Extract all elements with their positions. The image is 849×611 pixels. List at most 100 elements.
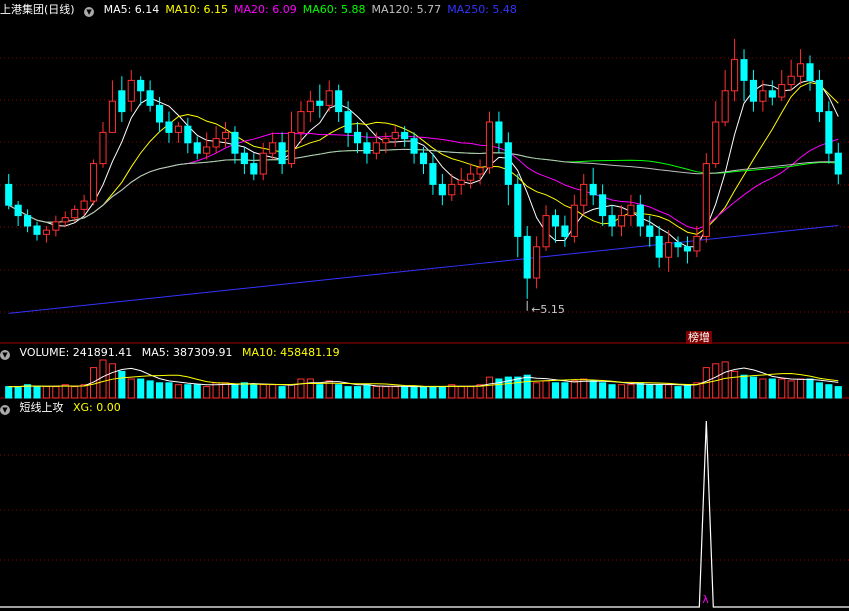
volume-bar [335, 384, 343, 399]
volume-bar [665, 384, 673, 399]
volume-bar [834, 386, 842, 399]
volume-bar [372, 386, 380, 399]
candle-body [617, 215, 626, 227]
volume-bar [287, 384, 296, 399]
candle-body [740, 59, 748, 81]
candle-body [731, 59, 739, 92]
volume-ma5: MA5: 387309.91 [141, 346, 233, 359]
volume-bar [787, 380, 795, 399]
volume-bar [42, 386, 50, 399]
volume-bar [457, 386, 465, 399]
volume-bar [165, 382, 173, 399]
candle-body [768, 90, 776, 98]
xg-value: XG: 0.00 [73, 401, 121, 414]
candle-body [71, 208, 79, 219]
candle-body [665, 242, 673, 258]
candle-body [542, 215, 550, 248]
volume-bar [278, 386, 286, 399]
volume-bar [391, 386, 399, 399]
volume-bar [655, 384, 663, 399]
kline-chart[interactable]: ←5.15 λ [0, 0, 849, 611]
candle-body [712, 121, 720, 165]
candle-body [174, 125, 182, 133]
volume-bar [33, 386, 41, 399]
candle-body [429, 163, 437, 185]
chevron-down-icon[interactable]: ▼ [0, 405, 10, 415]
candle-body [61, 217, 69, 223]
candle-body [89, 163, 98, 202]
candle-body [240, 152, 248, 165]
signal-line [0, 420, 849, 608]
price-header: 上港集团(日线) ▼ MA5: 6.14 MA10: 6.15 MA20: 6.09… [0, 2, 529, 18]
candle-body [476, 167, 484, 175]
volume-bar [514, 376, 522, 399]
volume-bar [797, 378, 805, 399]
volume-bar [410, 386, 418, 399]
volume-bar [533, 382, 541, 399]
volume-bar [184, 384, 192, 399]
chevron-down-icon[interactable]: ▼ [84, 7, 95, 17]
candle-body [467, 173, 475, 181]
candle-body [278, 142, 286, 165]
ma-legend-item: MA60: 5.88 [302, 3, 366, 16]
volume-bar [118, 370, 126, 399]
candle-body [137, 79, 145, 92]
volume-bar [627, 384, 635, 399]
candle-body [33, 225, 41, 235]
volume-bar [815, 382, 823, 399]
candle-body [589, 183, 597, 196]
volume-ma10: MA10: 458481.19 [241, 346, 340, 359]
volume-bar [467, 386, 475, 399]
candle-body [259, 152, 267, 175]
candle-body [335, 90, 343, 113]
low-label: ←5.15 [531, 303, 565, 316]
volume-bar [203, 386, 211, 399]
indicator-name: 短线上攻 [19, 401, 64, 414]
volume-bar [155, 382, 164, 399]
candle-body [674, 242, 682, 248]
volume-bar [127, 378, 135, 399]
candle-body [193, 142, 201, 154]
candle-body [448, 183, 456, 196]
candle-body [787, 75, 795, 86]
ma-legend-item: MA5: 6.14 [103, 3, 160, 16]
volume-bar [551, 382, 560, 399]
candle-body [184, 125, 192, 144]
volume-bar [61, 384, 69, 399]
candle-body [655, 235, 663, 258]
candle-body [702, 163, 710, 237]
volume-bar [24, 384, 32, 399]
volume-bar [259, 384, 267, 399]
candle-body [297, 111, 305, 133]
volume-bar [646, 384, 654, 399]
candle-body [693, 235, 701, 252]
ma-legend-item: MA10: 6.15 [165, 3, 229, 16]
volume-bar [5, 386, 13, 399]
candle-body [580, 183, 588, 206]
volume-bar [297, 378, 305, 399]
volume-bar [221, 382, 230, 399]
volume-bar [523, 374, 531, 399]
chevron-down-icon[interactable]: ▼ [0, 350, 10, 360]
candle-body [353, 131, 362, 144]
volume-bar [740, 374, 748, 399]
volume-bar [617, 384, 626, 399]
stock-title: 上港集团(日线) [0, 3, 75, 16]
volume-bar [485, 376, 494, 399]
volume-bar [250, 384, 258, 399]
volume-bar [231, 384, 239, 399]
candle-body [231, 131, 239, 154]
candle-body [533, 246, 541, 279]
candle-body [382, 138, 390, 144]
volume-bar [419, 386, 428, 399]
candle-body [551, 215, 560, 227]
volume-bar [353, 386, 362, 399]
candle-body [570, 204, 578, 237]
volume-bar [721, 361, 729, 399]
volume-bar [306, 378, 314, 399]
candle-body [825, 111, 833, 154]
volume-bar [599, 382, 607, 399]
ma-legend-item: MA250: 5.48 [447, 3, 517, 16]
candle-body [778, 84, 786, 98]
candle-body [42, 229, 50, 235]
